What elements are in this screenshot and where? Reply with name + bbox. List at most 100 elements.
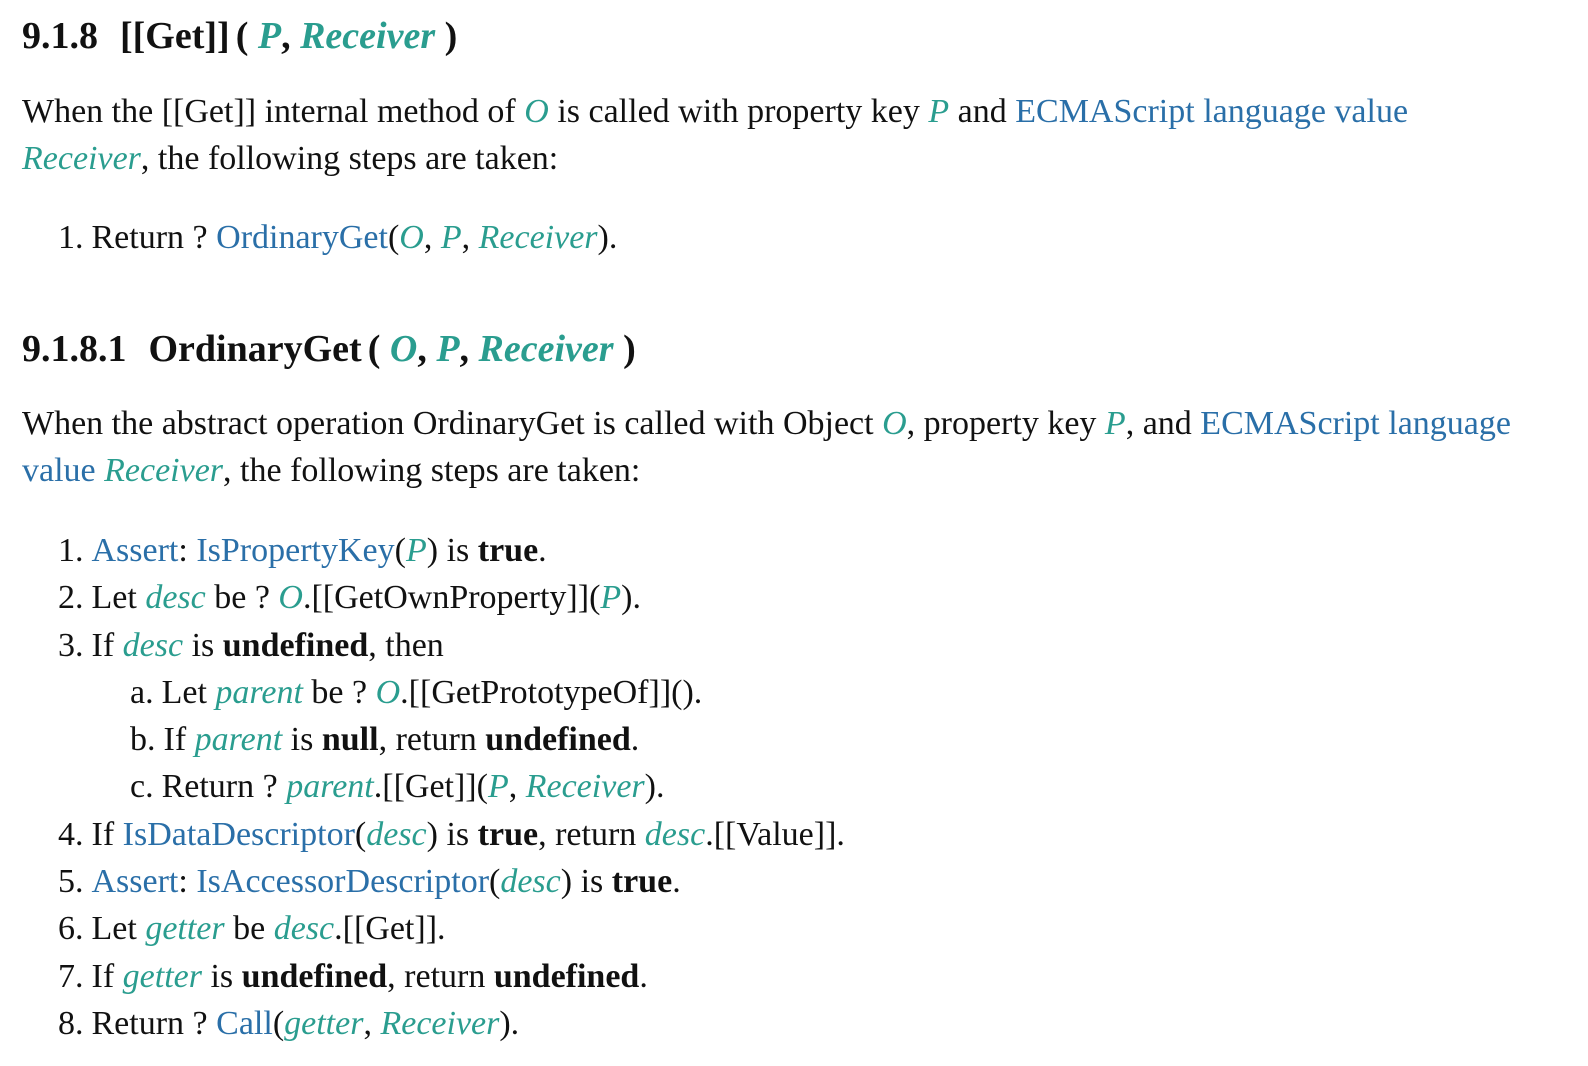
section-intro-ordinaryget: When the abstract operation OrdinaryGet …: [22, 400, 1582, 494]
var-p: P: [440, 219, 462, 256]
link-call[interactable]: Call: [216, 1005, 273, 1042]
var-p: P: [600, 579, 622, 617]
step-text: ) is: [426, 815, 478, 853]
step-text: If: [91, 815, 123, 853]
paren-open: (: [235, 15, 258, 57]
step-text: ).: [644, 768, 665, 806]
step-text: is: [282, 721, 322, 759]
intro-text: , the following steps are taken:: [223, 452, 641, 489]
var-o: O: [524, 93, 549, 130]
step-text: , return: [378, 721, 486, 759]
param-separator: ,: [459, 328, 479, 370]
step-text: .[[GetOwnProperty]](: [302, 579, 601, 617]
step-text: is: [201, 957, 242, 995]
step-text: Return ?: [91, 219, 217, 256]
step-text: is: [183, 626, 223, 664]
section-title: [[Get]]: [120, 15, 230, 57]
var-parent: parent: [286, 768, 374, 806]
step-5: 5. Assert: IsAccessorDescriptor(desc) is …: [58, 858, 845, 905]
link-assert[interactable]: Assert: [92, 863, 179, 900]
link-ecmascript-language-value[interactable]: ECMAScript language: [1200, 405, 1511, 442]
step-text: be ?: [205, 579, 279, 617]
link-assert[interactable]: Assert: [92, 532, 179, 569]
keyword-true: true: [477, 532, 539, 569]
step-text: ).: [499, 1004, 520, 1042]
step-number: 8.: [58, 1004, 84, 1042]
link-isaccessordescriptor[interactable]: IsAccessorDescriptor: [196, 863, 489, 900]
step-text: Let: [161, 673, 216, 711]
var-desc: desc: [273, 910, 335, 948]
step-4: 4. If IsDataDescriptor( desc ) is true, ret…: [58, 811, 845, 858]
step-text: be ?: [302, 673, 376, 711]
step-1: 1. Assert: IsPropertyKey(P) is true.: [58, 527, 845, 574]
link-ecmascript-language-value[interactable]: value: [22, 452, 96, 489]
step-text: Return ?: [91, 1004, 217, 1042]
var-p: P: [405, 532, 427, 569]
step-3c: c. Return ? parent.[[Get]](P, Receiver).: [58, 763, 845, 810]
step-text: be: [224, 910, 274, 948]
var-desc: desc: [500, 863, 561, 901]
param-p: P: [257, 15, 282, 57]
var-parent: parent: [194, 721, 283, 759]
var-getter: getter: [122, 957, 202, 995]
var-parent: parent: [215, 673, 303, 711]
section-number: 9.1.8.1: [22, 328, 127, 370]
var-receiver: Receiver: [104, 452, 224, 489]
step-number: c.: [130, 768, 154, 806]
var-receiver: Receiver: [22, 140, 141, 177]
keyword-undefined: undefined: [485, 721, 631, 759]
var-o: O: [399, 219, 424, 256]
keyword-null: null: [321, 721, 379, 759]
var-desc: desc: [644, 815, 706, 853]
step-3: 3. If desc is undefined, then: [58, 622, 845, 669]
step-text: (: [354, 815, 367, 853]
intro-text: , property key: [906, 405, 1105, 442]
var-receiver: Receiver: [478, 219, 598, 256]
var-p: P: [928, 93, 950, 130]
step-text: Let: [91, 910, 146, 948]
param-separator: ,: [417, 328, 437, 370]
step-text: Let: [91, 579, 146, 617]
step-text: , return: [538, 815, 645, 853]
var-getter: getter: [145, 910, 225, 948]
var-desc: desc: [145, 579, 206, 617]
var-getter: getter: [284, 1004, 364, 1042]
section-number: 9.1.8: [22, 15, 98, 57]
section-intro-get: When the [[Get]] internal method of O is…: [22, 88, 1582, 182]
step-text: ,: [363, 1004, 381, 1042]
section-title: OrdinaryGet: [148, 328, 362, 370]
step-text: (: [387, 219, 400, 256]
step-number: 4.: [58, 815, 84, 853]
step-number: 5.: [58, 863, 84, 901]
intro-text: is called with property key: [548, 93, 929, 130]
section-heading-get: 9.1.8 [[Get]]( P, Receiver ): [22, 12, 457, 60]
link-ecmascript-language-value[interactable]: ECMAScript language value: [1015, 93, 1408, 130]
intro-text: and: [949, 93, 1016, 130]
link-ordinaryget[interactable]: OrdinaryGet: [216, 219, 388, 256]
step-number: 1.: [58, 219, 84, 256]
link-ispropertykey[interactable]: IsPropertyKey: [196, 532, 394, 569]
link-isdatadescriptor[interactable]: IsDataDescriptor: [123, 816, 355, 853]
step-text: :: [178, 532, 197, 569]
keyword-undefined: undefined: [493, 957, 640, 995]
step-number: a.: [130, 673, 154, 711]
paren-close: ): [613, 328, 636, 370]
step-text: (: [489, 863, 501, 901]
step-8: 8. Return ? Call(getter, Receiver).: [58, 1000, 845, 1047]
keyword-undefined: undefined: [222, 626, 369, 664]
keyword-true: true: [477, 815, 539, 853]
step-text: ,: [423, 219, 441, 256]
var-receiver: Receiver: [525, 768, 645, 806]
paren-open: (: [367, 328, 390, 370]
step-2: 2. Let desc be ? O.[[GetOwnProperty]](P).: [58, 574, 845, 621]
var-o: O: [882, 405, 907, 442]
intro-text: When the abstract operation OrdinaryGet …: [22, 405, 883, 442]
step-text: ) is: [560, 863, 612, 901]
var-p: P: [1104, 405, 1126, 442]
intro-text: When the [[Get]] internal method of: [22, 93, 525, 130]
step-text: .[[Value]].: [705, 815, 845, 853]
step-text: ) is: [426, 532, 478, 569]
step-text: ,: [461, 219, 479, 256]
step-text: Return ?: [161, 768, 287, 806]
param-p: P: [436, 328, 460, 370]
